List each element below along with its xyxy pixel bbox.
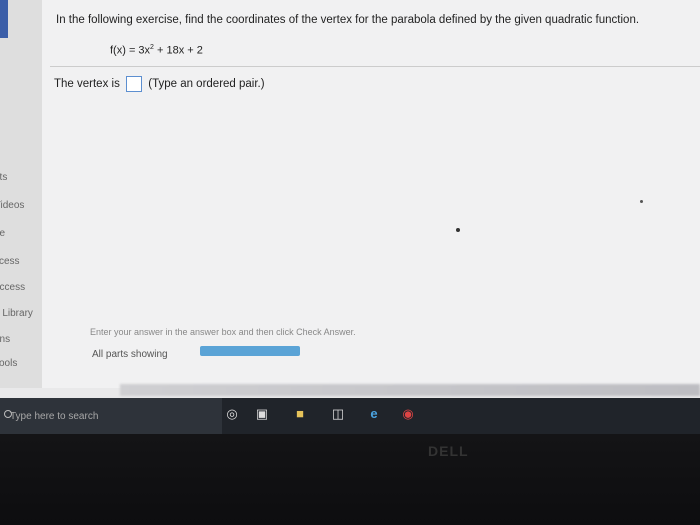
microphone-icon[interactable]: ◎ (224, 406, 240, 422)
blurred-footer (120, 384, 700, 396)
answer-input[interactable] (126, 76, 143, 92)
chrome-icon[interactable]: ◉ (400, 406, 416, 422)
function-suffix: + 18x + 2 (153, 44, 203, 57)
answer-hint: (Type an ordered pair.) (148, 78, 265, 91)
sidebar-item-library[interactable]: a Library (0, 308, 33, 319)
stray-dot (640, 200, 643, 203)
sidebar-item-tools[interactable]: Tools (0, 358, 17, 369)
sidebar: nts Videos de ccess uccess a Library ons… (0, 0, 42, 388)
sidebar-accent (0, 0, 8, 38)
sidebar-item[interactable]: ons (0, 334, 10, 345)
answer-label: The vertex is (54, 78, 120, 91)
file-explorer-icon[interactable]: ■ (292, 406, 308, 422)
answer-row: The vertex is (Type an ordered pair.) (54, 76, 265, 92)
sidebar-item-videos[interactable]: Videos (0, 200, 24, 211)
sidebar-item[interactable]: de (0, 228, 5, 239)
sidebar-item[interactable]: ccess (0, 256, 20, 267)
question-prompt: In the following exercise, find the coor… (56, 14, 640, 26)
progress-bar (200, 346, 300, 356)
taskbar-search[interactable]: Type here to search (0, 398, 222, 434)
task-view-icon[interactable]: ▣ (254, 406, 270, 422)
sidebar-item[interactable]: nts (0, 172, 7, 183)
function-prefix: f(x) = 3x (110, 44, 151, 57)
instruction-text: Enter your answer in the answer box and … (90, 327, 356, 337)
search-input[interactable]: Type here to search (10, 411, 98, 422)
question-panel: In the following exercise, find the coor… (42, 0, 700, 388)
function-expression: f(x) = 3x2 + 18x + 2 (110, 44, 203, 57)
laptop-bezel (0, 434, 700, 525)
parts-showing-label: All parts showing (92, 349, 168, 360)
taskbar: Type here to search ◎ ▣ ■ ◫ e ◉ (0, 398, 700, 434)
edge-icon[interactable]: e (366, 406, 382, 422)
store-icon[interactable]: ◫ (330, 406, 346, 422)
stray-dot (456, 228, 460, 232)
dell-logo: DELL (428, 443, 469, 459)
browser-screen: nts Videos de ccess uccess a Library ons… (0, 0, 700, 400)
progress-fill (200, 346, 300, 356)
divider (50, 66, 700, 67)
sidebar-item[interactable]: uccess (0, 282, 25, 293)
